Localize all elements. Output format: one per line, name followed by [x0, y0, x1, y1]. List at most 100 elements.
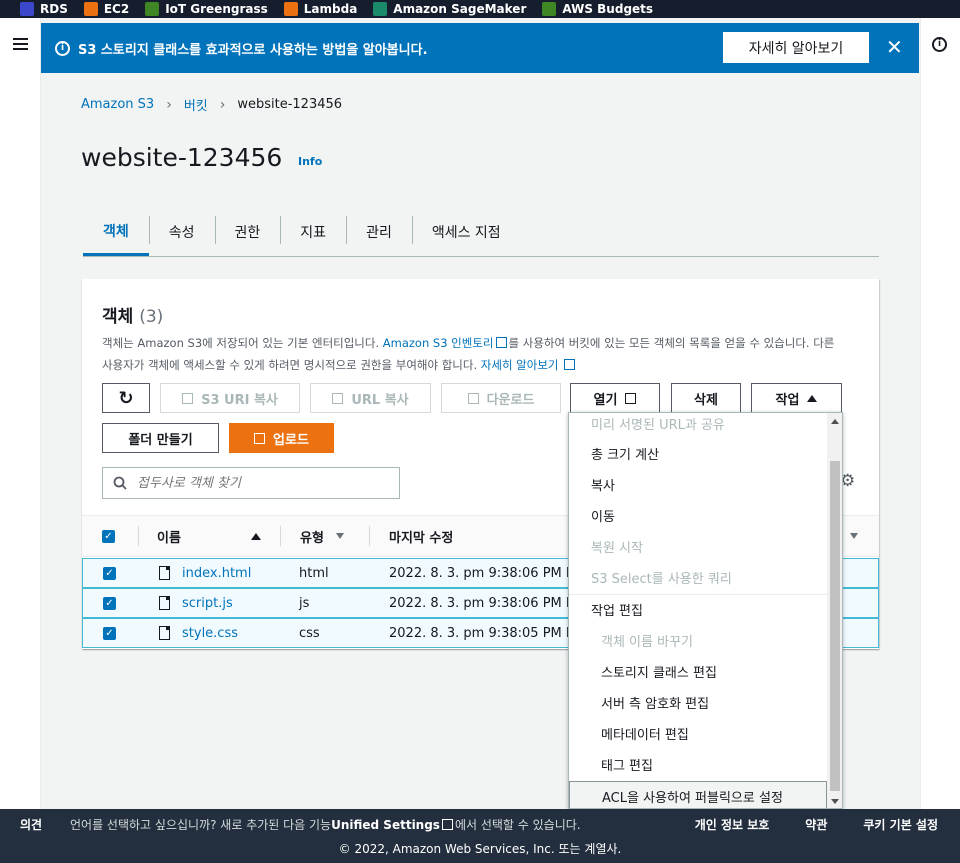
actions-menu: 미리 서명된 URL과 공유 총 크기 계산 복사 이동 복원 시작 S3 Se…: [568, 412, 843, 809]
fav-rds[interactable]: RDS: [20, 2, 68, 16]
column-last-modified[interactable]: 마지막 수정: [389, 516, 453, 556]
upload-button[interactable]: 업로드: [229, 423, 334, 453]
file-name-link[interactable]: index.html: [182, 566, 251, 581]
external-link-icon: [564, 359, 576, 370]
iot-greengrass-icon: [145, 2, 160, 16]
check-icon: ✓: [103, 566, 116, 580]
fav-lambda[interactable]: Lambda: [283, 2, 357, 16]
breadcrumb-buckets[interactable]: 버킷: [184, 95, 208, 114]
scroll-up-icon[interactable]: [831, 419, 839, 424]
language-notice: 언어를 선택하고 싶으십니까? 새로 추가된 다음 기능Unified Sett…: [70, 818, 581, 832]
tab-bar: 객체 속성 권한 지표 관리 액세스 지점: [83, 208, 879, 257]
row-checkbox[interactable]: ✓: [103, 589, 116, 617]
create-folder-button[interactable]: 폴더 만들기: [102, 423, 219, 453]
object-count: (3): [139, 307, 164, 327]
lambda-icon: [283, 2, 298, 16]
fav-budgets[interactable]: AWS Budgets: [542, 2, 653, 16]
column-type[interactable]: 유형: [300, 516, 344, 556]
unified-settings-link[interactable]: Unified Settings: [331, 818, 440, 832]
rds-icon: [20, 2, 34, 16]
tab-permissions[interactable]: 권한: [214, 208, 281, 256]
check-icon: ✓: [103, 626, 116, 640]
refresh-icon: ↻: [118, 387, 134, 409]
info-icon: i: [55, 40, 70, 56]
tab-objects[interactable]: 객체: [83, 208, 149, 256]
check-icon: ✓: [102, 529, 115, 543]
scrollbar[interactable]: [827, 413, 842, 808]
tab-management[interactable]: 관리: [346, 208, 412, 256]
row-checkbox[interactable]: ✓: [103, 559, 116, 587]
search-icon: [113, 476, 127, 490]
menu-item-edit-storage-class[interactable]: 스토리지 클래스 편집: [569, 656, 827, 687]
actions-button[interactable]: 작업: [751, 383, 842, 413]
menu-item-move[interactable]: 이동: [569, 500, 827, 531]
scroll-down-icon[interactable]: [831, 799, 839, 804]
row-checkbox[interactable]: ✓: [103, 619, 116, 647]
menu-item-edit-encryption[interactable]: 서버 측 암호화 편집: [569, 687, 827, 718]
file-type: css: [299, 625, 320, 641]
menu-item-rename-object[interactable]: 객체 이름 바꾸기: [569, 625, 827, 656]
privacy-link[interactable]: 개인 정보 보호: [695, 816, 770, 833]
inventory-link[interactable]: Amazon S3 인벤토리: [383, 336, 494, 350]
menu-item-share-presigned-url[interactable]: 미리 서명된 URL과 공유: [569, 413, 827, 439]
menu-group-edit-actions: 작업 편집: [591, 604, 643, 619]
menu-item-s3-select[interactable]: S3 Select를 사용한 쿼리: [569, 562, 827, 593]
learn-more-button[interactable]: 자세히 알아보기: [723, 32, 869, 63]
sort-icon[interactable]: [850, 516, 858, 556]
file-icon: [159, 596, 170, 610]
copy-url-button[interactable]: URL 복사: [310, 383, 431, 413]
cookie-preferences-link[interactable]: 쿠키 기본 설정: [863, 816, 938, 833]
menu-icon[interactable]: [13, 38, 28, 50]
chevron-right-icon: ›: [166, 96, 172, 113]
external-link-icon: [441, 819, 453, 830]
menu-item-calculate-size[interactable]: 총 크기 계산: [569, 438, 827, 469]
fav-iot-greengrass[interactable]: IoT Greengrass: [145, 2, 268, 16]
sort-ascending-icon: [250, 532, 261, 540]
caret-up-icon: [807, 394, 818, 402]
copy-s3-uri-button[interactable]: S3 URI 복사: [160, 383, 300, 413]
delete-button[interactable]: 삭제: [671, 383, 741, 413]
menu-item-initiate-restore[interactable]: 복원 시작: [569, 531, 827, 562]
download-button[interactable]: 다운로드: [441, 383, 561, 413]
download-icon: [467, 392, 479, 404]
menu-item-edit-tags[interactable]: 태그 편집: [569, 749, 827, 780]
fav-ec2[interactable]: EC2: [83, 2, 129, 16]
info-icon[interactable]: i: [932, 37, 947, 52]
tab-metrics[interactable]: 지표: [280, 208, 346, 256]
budgets-icon: [542, 2, 557, 16]
file-icon: [159, 626, 170, 640]
check-icon: ✓: [103, 596, 116, 610]
close-icon[interactable]: ✕: [886, 37, 903, 57]
column-name[interactable]: 이름: [157, 516, 261, 556]
sort-icon: [335, 533, 344, 539]
terms-link[interactable]: 약관: [805, 816, 827, 833]
menu-item-make-public-acl[interactable]: ACL을 사용하여 퍼블릭으로 설정: [569, 781, 827, 808]
external-link-icon: [625, 392, 637, 404]
copyright: © 2022, Amazon Web Services, Inc. 또는 계열사…: [338, 842, 622, 856]
select-all-checkbox[interactable]: ✓: [102, 516, 115, 556]
tab-access-points[interactable]: 액세스 지점: [411, 208, 521, 256]
search-box: [102, 467, 400, 499]
footer-links: 개인 정보 보호 약관 쿠키 기본 설정: [695, 816, 938, 833]
menu-item-copy[interactable]: 복사: [569, 469, 827, 500]
feedback-link[interactable]: 의견: [20, 816, 42, 833]
scrollbar-thumb[interactable]: [830, 461, 840, 791]
panel-description: 객체는 Amazon S3에 저장되어 있는 기본 엔터티입니다. Amazon…: [102, 336, 835, 372]
info-banner: i S3 스토리지 클래스를 효과적으로 사용하는 방법을 알아봅니다. 자세히…: [41, 23, 919, 73]
learn-more-link[interactable]: 자세히 알아보기: [481, 358, 559, 372]
refresh-button[interactable]: ↻: [102, 383, 150, 413]
breadcrumb-amazon-s3[interactable]: Amazon S3: [81, 97, 154, 112]
fav-sagemaker[interactable]: Amazon SageMaker: [373, 2, 526, 16]
info-link[interactable]: Info: [298, 155, 322, 168]
favorites-bar: RDS EC2 IoT Greengrass Lambda Amazon Sag…: [0, 0, 960, 18]
file-type: js: [299, 595, 310, 611]
open-button[interactable]: 열기: [570, 383, 660, 413]
chevron-right-icon: ›: [219, 96, 226, 113]
last-modified: 2022. 8. 3. pm 9:38:06 PM K: [389, 565, 575, 581]
right-tools-rail: i: [920, 18, 960, 809]
file-name-link[interactable]: script.js: [182, 596, 233, 611]
menu-item-edit-metadata[interactable]: 메타데이터 편집: [569, 718, 827, 749]
file-name-link[interactable]: style.css: [182, 626, 238, 641]
tab-properties[interactable]: 속성: [148, 208, 215, 256]
search-input[interactable]: [137, 475, 377, 491]
